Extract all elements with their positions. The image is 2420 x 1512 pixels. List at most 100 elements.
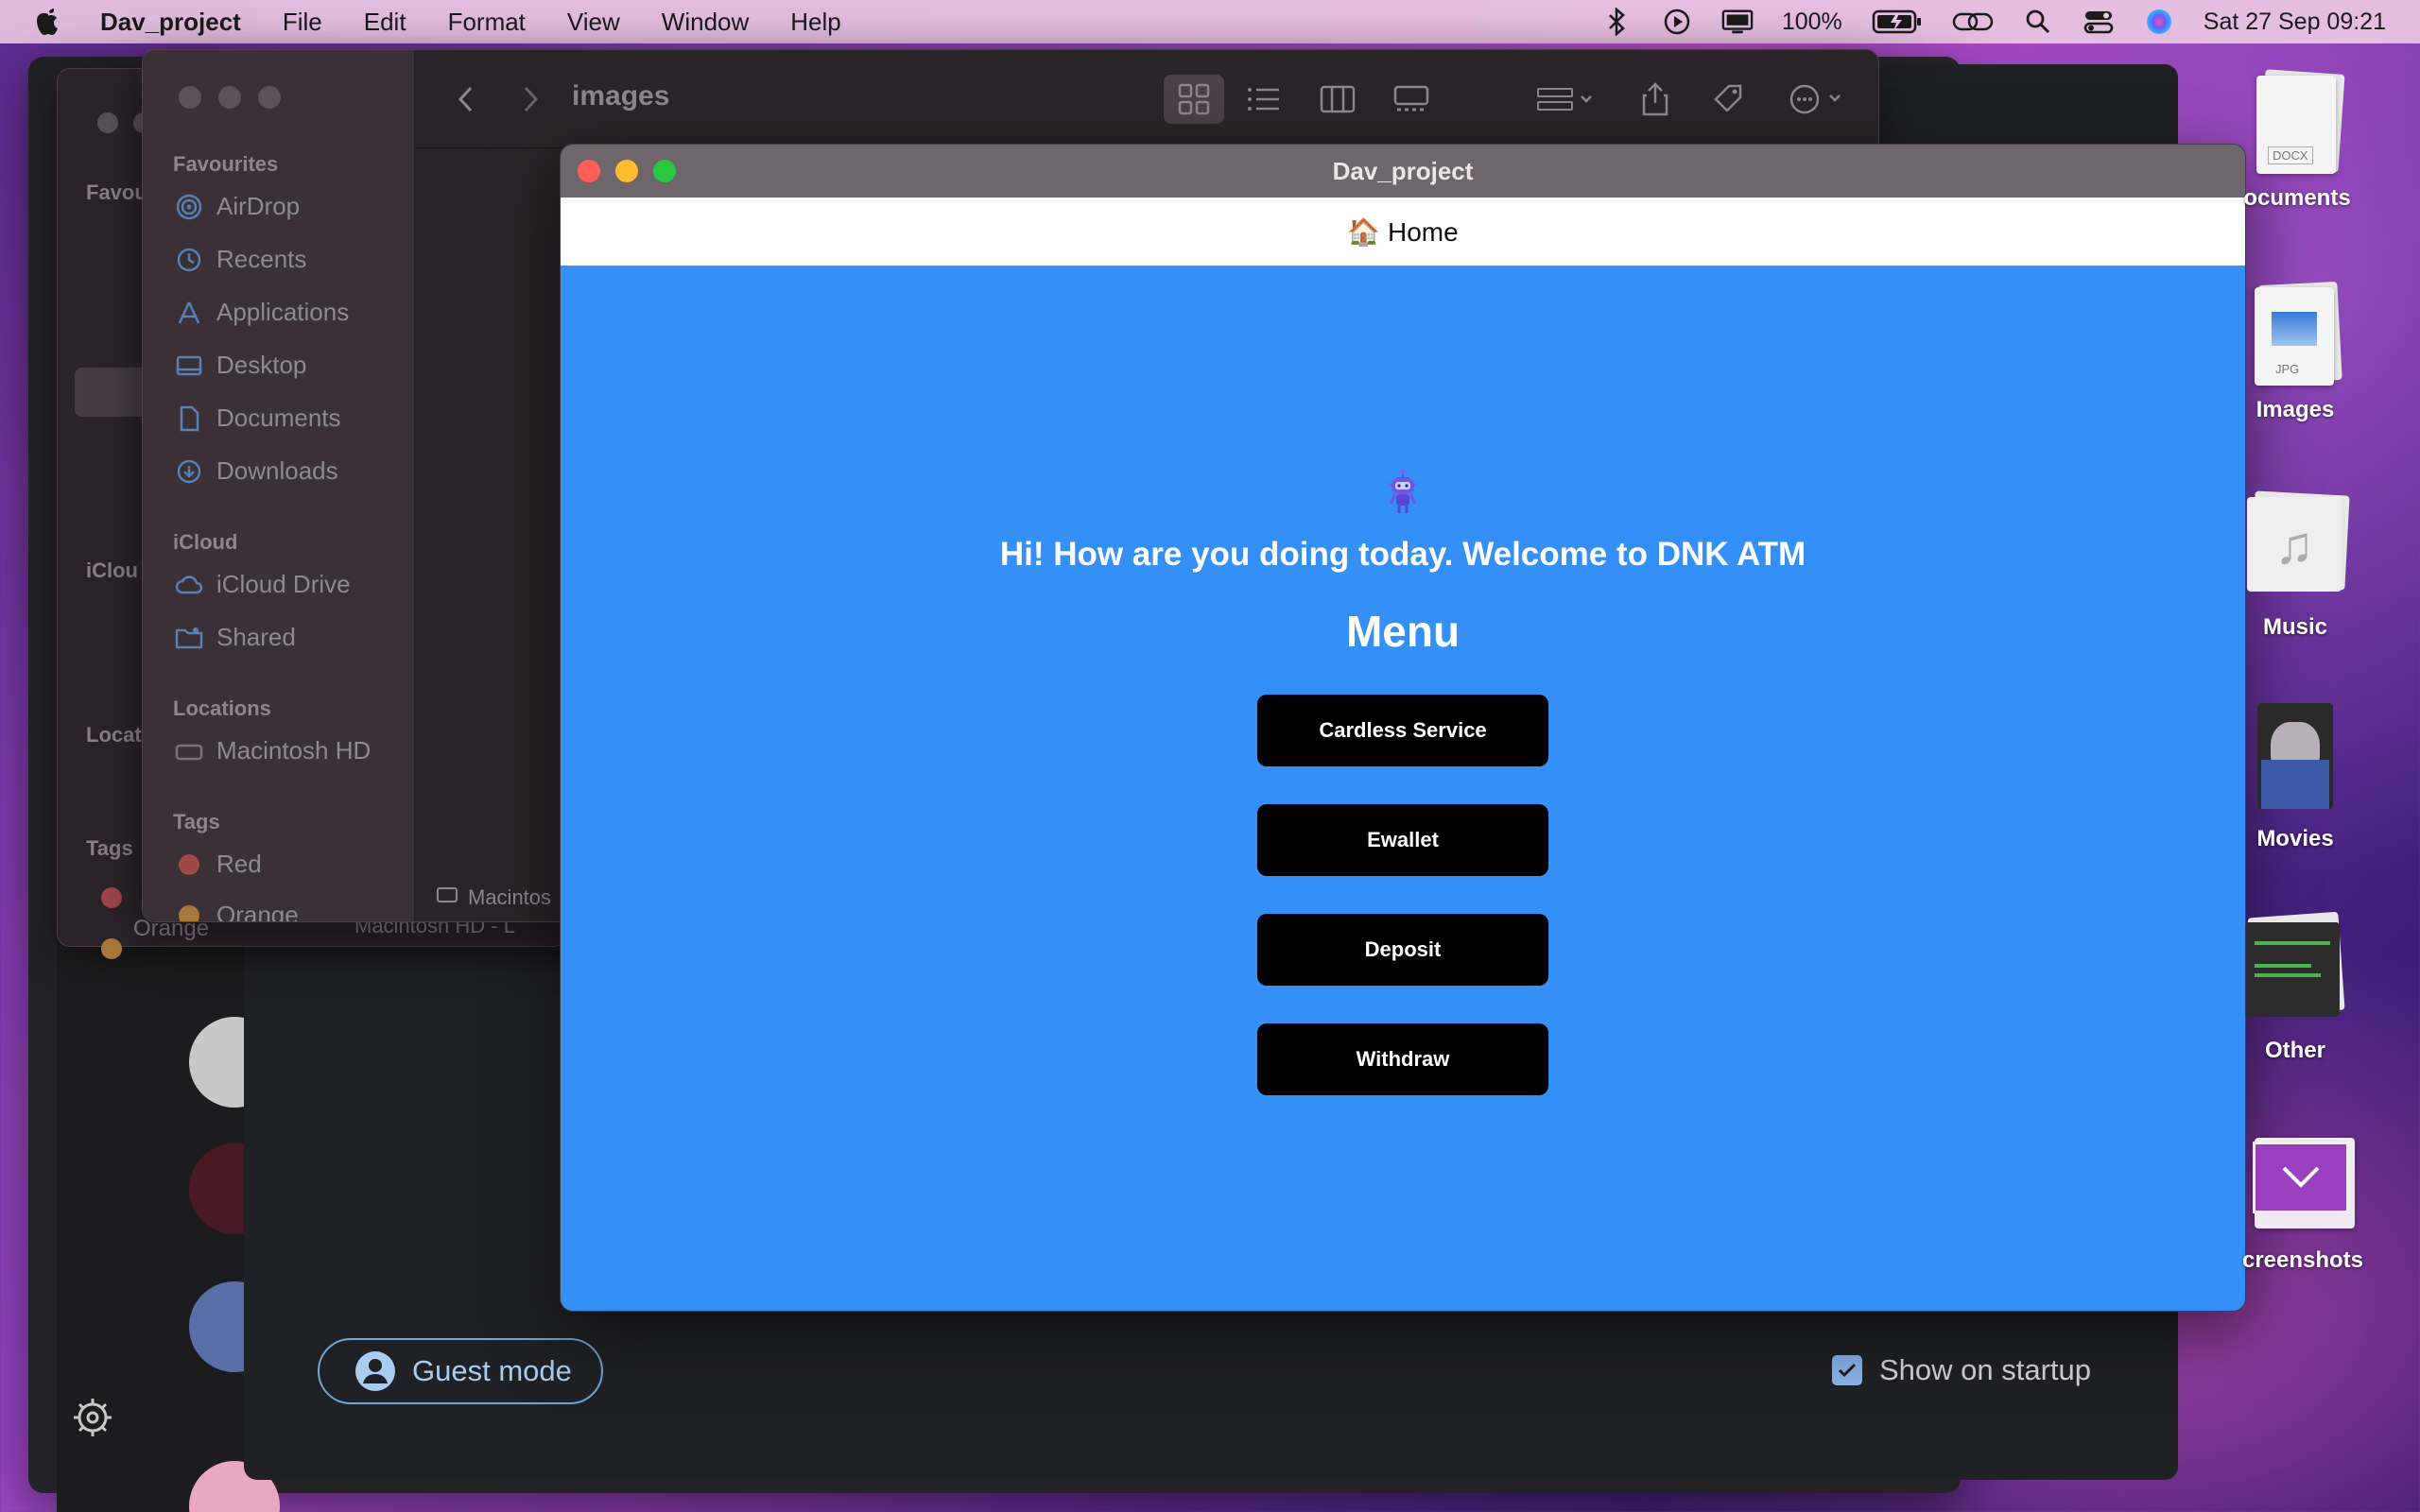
guest-mode-button[interactable]: Guest mode — [318, 1338, 603, 1404]
sidebar-item-icloud-drive[interactable]: iCloud Drive — [175, 570, 351, 599]
window-title: Dav_project — [1332, 156, 1474, 185]
menu-help[interactable]: Help — [790, 8, 840, 37]
desktop-stack-documents[interactable]: DOCX ocuments — [2203, 69, 2392, 212]
gear-icon[interactable] — [72, 1397, 113, 1438]
desktop-label: ocuments — [2243, 185, 2351, 211]
more-actions-icon[interactable] — [1786, 78, 1852, 120]
close-dot[interactable] — [179, 86, 201, 109]
sidebar-item-recents[interactable]: Recents — [175, 245, 306, 274]
app-body: Hi! How are you doing today. Welcome to … — [561, 266, 2245, 1311]
menu-format[interactable]: Format — [448, 8, 526, 37]
tag-red-dot — [179, 853, 199, 875]
pathbar-label[interactable]: Macintos — [468, 885, 551, 910]
icon-view-icon[interactable] — [1164, 75, 1224, 124]
bluetooth-icon[interactable] — [1600, 8, 1633, 36]
music-note-icon: ♫ — [2247, 497, 2342, 592]
guest-mode-label: Guest mode — [412, 1354, 572, 1387]
tag-orange-dot — [179, 904, 199, 921]
clock[interactable]: Sat 27 Sep 09:21 — [2204, 9, 2386, 36]
siri-icon[interactable] — [2143, 8, 2175, 36]
finder-pathbar: Macintos — [436, 874, 551, 921]
checkbox-checked-icon[interactable] — [1832, 1355, 1862, 1385]
desktop-label: Other — [2264, 1038, 2325, 1063]
chevron-down-icon — [2253, 1142, 2349, 1213]
desktop-label: Music — [2262, 614, 2327, 640]
control-center-icon[interactable] — [2083, 8, 2115, 36]
apple-logo-icon[interactable] — [34, 6, 62, 38]
sidebar-label: iCloud Drive — [216, 570, 351, 598]
forward-arrow-icon[interactable] — [510, 78, 551, 120]
home-label: Home — [1387, 216, 1459, 247]
sidebar-item-applications[interactable]: Applications — [175, 298, 349, 327]
close-button[interactable] — [578, 160, 600, 182]
display-icon[interactable] — [1721, 8, 1754, 36]
zoom-dot[interactable] — [258, 86, 281, 109]
desktop-label: creenshots — [2241, 1247, 2364, 1273]
desktop-stack-other[interactable]: Other — [2201, 911, 2390, 1064]
withdraw-button[interactable]: Withdraw — [1257, 1023, 1548, 1095]
desktop-stack-music[interactable]: ♫ Music — [2201, 490, 2390, 641]
sidebar-label: AirDrop — [216, 192, 301, 220]
house-icon: 🏠 — [1347, 216, 1381, 247]
finder-title: images — [572, 80, 670, 112]
desktop-stack-images[interactable]: JPG Images — [2201, 281, 2390, 423]
sidebar-item-documents[interactable]: Documents — [175, 404, 341, 433]
sidebar-item-macintosh-hd[interactable]: Macintosh HD — [175, 736, 371, 765]
sidebar-label: Red — [216, 850, 262, 878]
nav-bar: 🏠 Home — [561, 198, 2245, 266]
desktop-stack-movies[interactable]: Movies — [2201, 703, 2390, 852]
group-by-icon[interactable] — [1532, 78, 1599, 120]
control-link-icon[interactable] — [1952, 8, 1994, 36]
share-icon[interactable] — [1634, 78, 1676, 120]
finder-sidebar: Favourites AirDrop Recents Applications … — [143, 50, 415, 921]
list-view-icon[interactable] — [1243, 78, 1285, 120]
sidebar-section-tags: Tags — [86, 836, 133, 860]
search-icon[interactable] — [2022, 8, 2054, 36]
robot-mascot-icon — [1382, 468, 1424, 515]
menu-file[interactable]: File — [283, 8, 322, 37]
sidebar-item-tag-orange[interactable]: Orange — [175, 901, 299, 921]
column-view-icon[interactable] — [1317, 78, 1358, 120]
menu-bar: Dav_project File Edit Format View Window… — [0, 0, 2420, 43]
deposit-button[interactable]: Deposit — [1257, 914, 1548, 986]
menu-window[interactable]: Window — [662, 8, 749, 37]
sidebar-label: Downloads — [216, 456, 338, 485]
menu-app-name[interactable]: Dav_project — [100, 8, 241, 37]
menu-edit[interactable]: Edit — [364, 8, 406, 37]
play-icon[interactable] — [1661, 8, 1693, 36]
desktop-icon — [175, 352, 203, 380]
jpg-file-icon: JPG — [2255, 287, 2334, 386]
sidebar-section-favourites: Favou — [86, 180, 147, 204]
sidebar-item-tag-red[interactable]: Red — [175, 850, 262, 879]
home-nav-link[interactable]: 🏠 Home — [1347, 216, 1458, 248]
download-icon — [175, 457, 203, 486]
back-arrow-icon[interactable] — [445, 78, 487, 120]
battery-icon[interactable] — [1871, 8, 1924, 36]
desktop-label: Images — [2256, 397, 2335, 422]
window-titlebar[interactable]: Dav_project — [561, 145, 2245, 198]
section-locations: Locations — [173, 696, 271, 720]
minimize-dot[interactable] — [218, 86, 241, 109]
finder-toolbar: images — [415, 50, 1878, 148]
section-tags: Tags — [173, 810, 220, 833]
minimize-button[interactable] — [615, 160, 638, 182]
sidebar-item-downloads[interactable]: Downloads — [175, 456, 338, 486]
sidebar-label: Desktop — [216, 351, 307, 379]
sidebar-item-desktop[interactable]: Desktop — [175, 351, 306, 380]
show-on-startup[interactable]: Show on startup — [1832, 1353, 2091, 1387]
sidebar-label: Documents — [216, 404, 341, 432]
applications-icon — [175, 299, 203, 327]
tag-icon[interactable] — [1708, 78, 1750, 120]
close-dot[interactable] — [97, 112, 118, 133]
sidebar-item-shared[interactable]: Shared — [175, 623, 296, 652]
menu-view[interactable]: View — [567, 8, 620, 37]
sidebar-label: Shared — [216, 623, 296, 651]
sidebar-item-airdrop[interactable]: AirDrop — [175, 192, 300, 221]
person-icon — [355, 1351, 395, 1391]
gallery-view-icon[interactable] — [1391, 78, 1432, 120]
cardless-service-button[interactable]: Cardless Service — [1257, 695, 1548, 766]
sidebar-label: Recents — [216, 245, 307, 273]
ewallet-button[interactable]: Ewallet — [1257, 804, 1548, 876]
desktop-stack-screenshots[interactable]: creenshots — [2208, 1134, 2397, 1274]
zoom-button[interactable] — [653, 160, 676, 182]
